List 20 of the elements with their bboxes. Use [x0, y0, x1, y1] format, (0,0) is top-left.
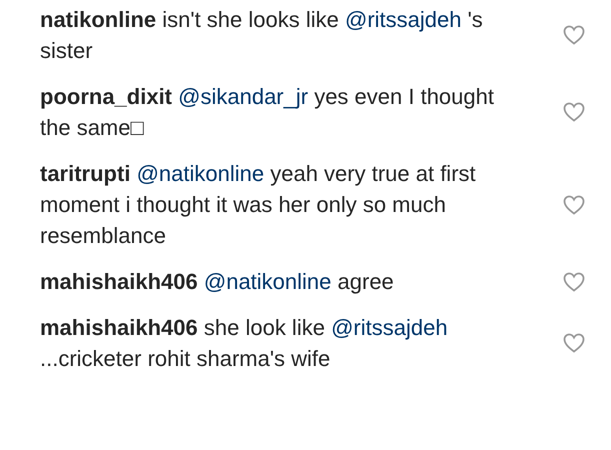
heart-icon[interactable] [562, 270, 586, 294]
heart-icon[interactable] [562, 23, 586, 47]
heart-icon[interactable] [562, 331, 586, 355]
comment-text: mahishaikh406 she look like @ritssajdeh ...cricketer rohit sharma's wife [40, 314, 449, 373]
username-link[interactable]: natikonline [40, 7, 156, 32]
comment-text: poorna_dixit @sikandar_jr yes even I thought the same□ [40, 83, 495, 142]
username-link[interactable]: mahishaikh406 [40, 269, 198, 294]
username-link[interactable]: taritrupti [40, 161, 130, 186]
mention-link[interactable]: @natikonline [204, 269, 332, 294]
comment-text: mahishaikh406 @natikonline agree [40, 268, 395, 296]
heart-icon[interactable] [562, 100, 586, 124]
mention-link[interactable]: @ritssajdeh [344, 7, 462, 32]
username-link[interactable]: mahishaikh406 [40, 315, 198, 340]
comment-text: taritrupti @natikonline yeah very true at first moment i thought it was her only so much resemblance [40, 160, 477, 250]
comment-text: natikonline isn't she looks like @ritssajdeh 's sister [40, 6, 484, 65]
heart-icon[interactable] [562, 192, 586, 216]
mention-link[interactable]: @sikandar_jr [178, 84, 308, 109]
mention-link[interactable]: @natikonline [136, 161, 264, 186]
mention-link[interactable]: @ritssajdeh [331, 315, 448, 340]
username-link[interactable]: poorna_dixit [40, 84, 172, 109]
